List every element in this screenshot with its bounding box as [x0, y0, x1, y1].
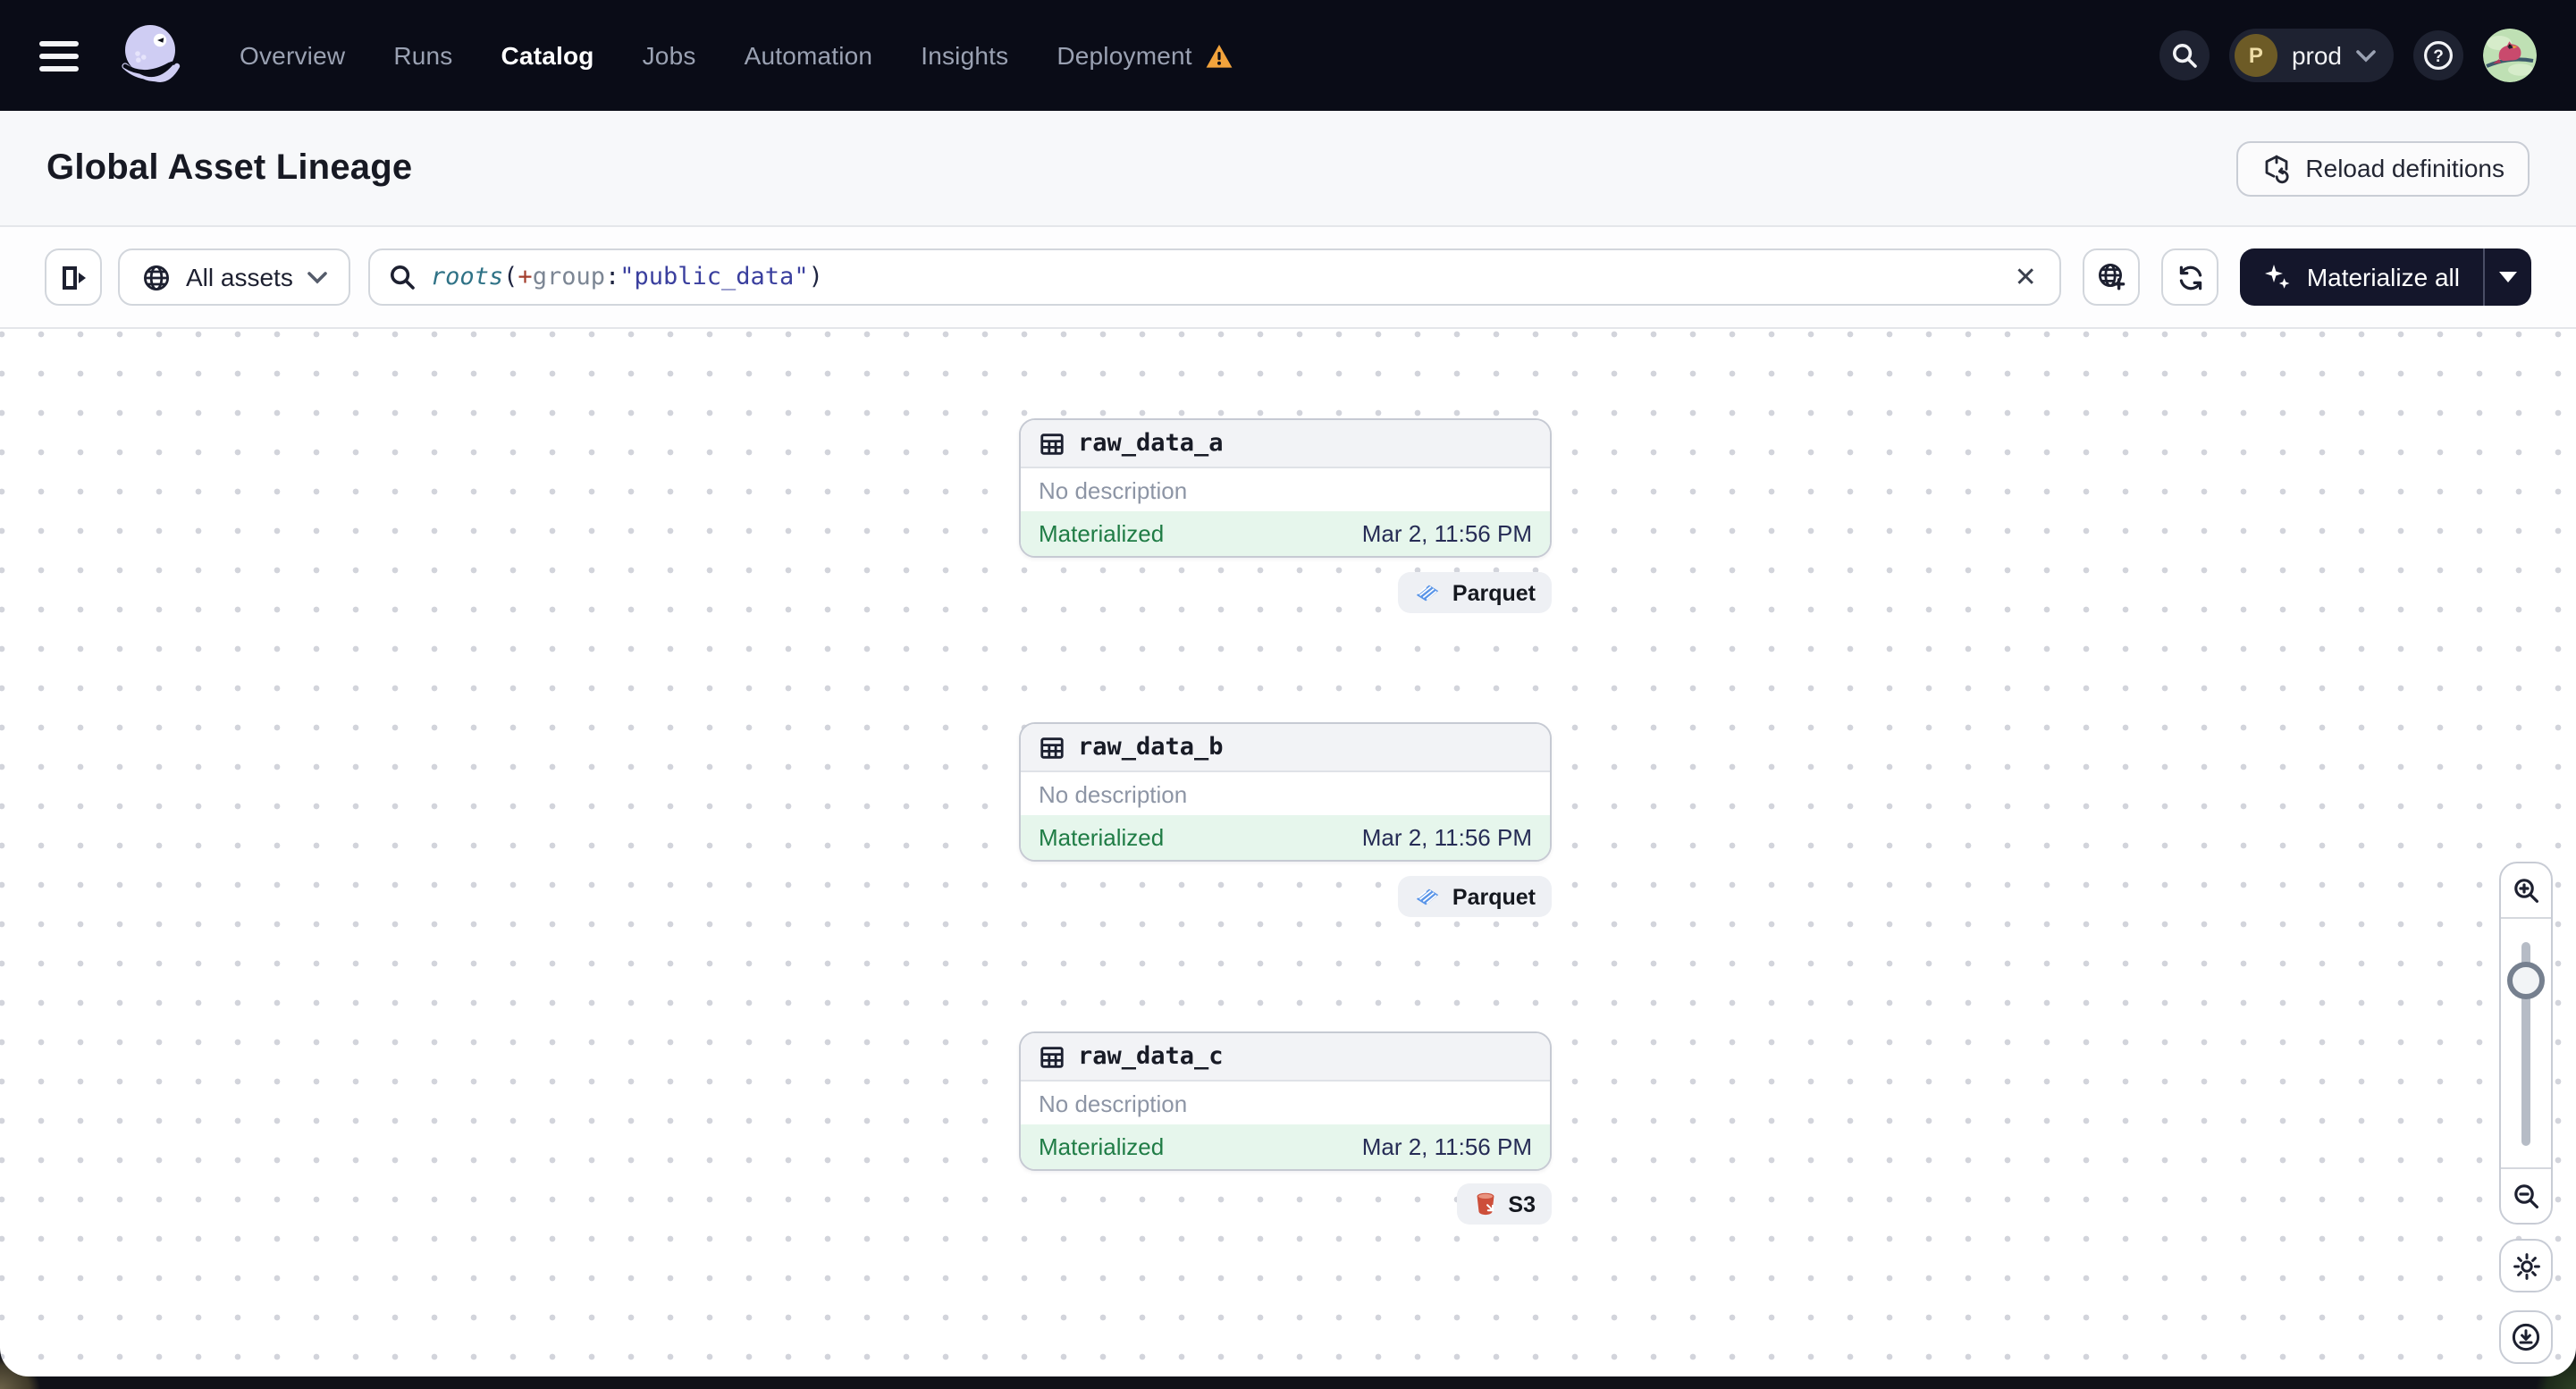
page-title: Global Asset Lineage [46, 147, 413, 187]
asset-name: raw_data_b [1078, 733, 1224, 762]
s3-bucket-icon [1472, 1191, 1497, 1217]
sparkles-icon [2264, 263, 2293, 291]
status-badge: Materialized [1039, 1133, 1165, 1160]
kind-tag-label: Parquet [1452, 884, 1536, 909]
kind-tag-label: Parquet [1452, 580, 1536, 605]
graph-settings-button[interactable] [2499, 1239, 2553, 1292]
zoom-out-icon[interactable] [2501, 1169, 2551, 1223]
open-sidebar-panel-button[interactable] [45, 248, 102, 306]
lineage-graph-canvas[interactable]: raw_data_a No description Materialized M… [0, 329, 2576, 1376]
workspace-avatar: P [2234, 34, 2277, 77]
workspace-label: prod [2291, 41, 2342, 70]
table-icon [1039, 1043, 1065, 1070]
dagster-app-window: Overview Runs Catalog Jobs Automation In… [0, 0, 2576, 1376]
hamburger-menu-icon[interactable] [39, 40, 79, 71]
globe-plus-icon [2096, 261, 2128, 293]
nav-item-catalog[interactable]: Catalog [501, 41, 594, 70]
status-badge: Materialized [1039, 824, 1165, 851]
asset-status-row: Materialized Mar 2, 11:56 PM [1021, 511, 1550, 556]
materialize-split-button: Materialize all [2240, 248, 2531, 306]
asset-node-raw-data-b[interactable]: raw_data_b No description Materialized M… [1019, 722, 1552, 862]
warning-triangle-icon [1205, 42, 1233, 69]
top-navbar: Overview Runs Catalog Jobs Automation In… [0, 0, 2576, 111]
caret-down-icon [2499, 272, 2517, 282]
refresh-icon [2176, 262, 2206, 292]
chevron-down-icon [307, 271, 327, 283]
materialization-timestamp[interactable]: Mar 2, 11:56 PM [1362, 824, 1532, 851]
asset-status-row: Materialized Mar 2, 11:56 PM [1021, 1124, 1550, 1169]
reload-definitions-button[interactable]: Reload definitions [2235, 140, 2530, 196]
zoom-in-icon[interactable] [2501, 863, 2551, 917]
asset-name: raw_data_c [1078, 1042, 1224, 1071]
desktop-backdrop: Overview Runs Catalog Jobs Automation In… [0, 0, 2576, 1389]
asset-node-header: raw_data_c [1021, 1033, 1550, 1082]
asset-node-raw-data-c[interactable]: raw_data_c No description Materialized M… [1019, 1031, 1552, 1171]
kind-tag-s3[interactable]: S3 [1456, 1183, 1552, 1225]
nav-links: Overview Runs Catalog Jobs Automation In… [240, 41, 1233, 70]
materialization-timestamp[interactable]: Mar 2, 11:56 PM [1362, 520, 1532, 547]
globe-add-scope-button[interactable] [2083, 248, 2141, 306]
search-icon [388, 263, 417, 291]
nav-item-insights[interactable]: Insights [921, 41, 1008, 70]
kind-tag-parquet[interactable]: Parquet [1398, 876, 1552, 917]
nav-item-runs[interactable]: Runs [393, 41, 452, 70]
parquet-icon [1415, 579, 1442, 606]
cube-reload-icon [2260, 153, 2291, 183]
kind-tag-parquet[interactable]: Parquet [1398, 572, 1552, 613]
materialize-all-button[interactable]: Materialize all [2241, 248, 2483, 306]
download-icon [2510, 1321, 2542, 1353]
asset-name: raw_data_a [1078, 429, 1224, 458]
navbar-right-actions: P prod ? [2159, 29, 2537, 82]
nav-item-overview[interactable]: Overview [240, 41, 345, 70]
user-avatar[interactable] [2483, 29, 2537, 82]
gear-icon [2511, 1250, 2541, 1281]
asset-description: No description [1021, 772, 1550, 815]
asset-description: No description [1021, 468, 1550, 511]
globe-icon [141, 262, 172, 292]
asset-selection-query[interactable]: roots(+group:"public_data") [431, 263, 1995, 291]
asset-selection-input[interactable]: roots(+group:"public_data") ✕ [367, 248, 2062, 306]
asset-description: No description [1021, 1082, 1550, 1124]
dagster-logo-icon[interactable] [114, 16, 193, 95]
lineage-toolbar: All assets roots(+group:"public_data") ✕ [0, 227, 2576, 329]
kind-tag-label: S3 [1508, 1191, 1536, 1216]
download-graph-button[interactable] [2499, 1310, 2553, 1364]
asset-status-row: Materialized Mar 2, 11:56 PM [1021, 815, 1550, 860]
asset-scope-filter[interactable]: All assets [118, 248, 350, 306]
nav-item-deployment[interactable]: Deployment [1056, 41, 1233, 70]
parquet-icon [1415, 883, 1442, 910]
table-icon [1039, 430, 1065, 457]
status-badge: Materialized [1039, 520, 1165, 547]
asset-node-header: raw_data_a [1021, 420, 1550, 468]
help-icon[interactable]: ? [2413, 30, 2463, 80]
table-icon [1039, 734, 1065, 761]
chevron-down-icon [2356, 49, 2376, 62]
search-icon[interactable] [2159, 30, 2210, 80]
panel-expand-icon [58, 262, 88, 292]
svg-text:?: ? [2433, 47, 2444, 66]
zoom-controls [2499, 862, 2553, 1225]
zoom-slider-handle[interactable] [2507, 962, 2545, 999]
nav-item-automation[interactable]: Automation [745, 41, 873, 70]
clear-query-icon[interactable]: ✕ [2009, 264, 2042, 290]
refresh-graph-button[interactable] [2161, 248, 2219, 306]
materialization-timestamp[interactable]: Mar 2, 11:56 PM [1362, 1133, 1532, 1160]
asset-node-raw-data-a[interactable]: raw_data_a No description Materialized M… [1019, 418, 1552, 558]
page-header: Global Asset Lineage Reload definitions [0, 111, 2576, 227]
nav-item-jobs[interactable]: Jobs [643, 41, 696, 70]
workspace-switcher[interactable]: P prod [2228, 29, 2394, 82]
zoom-slider[interactable] [2501, 917, 2551, 1169]
asset-node-header: raw_data_b [1021, 724, 1550, 772]
materialize-options-dropdown[interactable] [2483, 248, 2531, 306]
